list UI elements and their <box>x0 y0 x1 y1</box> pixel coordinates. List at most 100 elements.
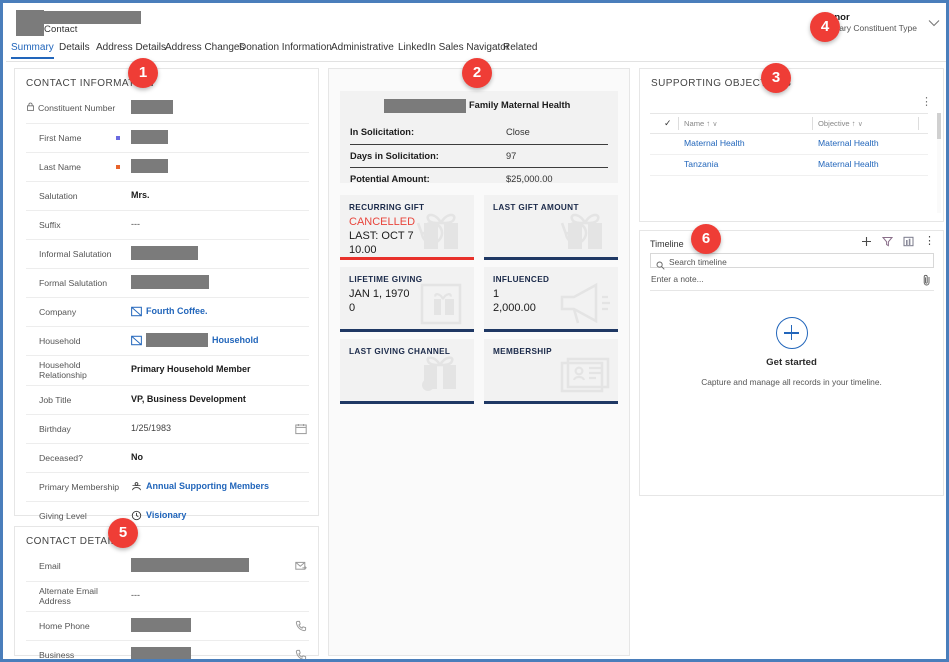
field-value: VP, Business Development <box>131 394 246 404</box>
kpi-title: RECURRING GIFT <box>349 203 425 212</box>
tab-details[interactable]: Details <box>59 42 90 57</box>
search-timeline-input[interactable]: Search timeline <box>650 253 934 270</box>
grid-scrollbar[interactable] <box>937 113 941 213</box>
field-row[interactable]: Household Relationship Primary Household … <box>26 355 309 386</box>
cell-objective[interactable]: Maternal Health <box>818 159 879 169</box>
in-solicitation-value: Close <box>506 127 530 137</box>
field-value: Primary Household Member <box>131 364 251 374</box>
cell-name[interactable]: Maternal Health <box>684 138 745 148</box>
filter-icon[interactable] <box>882 236 893 247</box>
table-row[interactable]: Tanzania Maternal Health <box>650 154 928 176</box>
field-row[interactable]: Constituent Number <box>26 94 309 123</box>
masked-value <box>131 558 249 572</box>
gift-balloon-icon <box>412 351 470 399</box>
field-row[interactable]: Informal Salutation <box>26 239 309 269</box>
table-row[interactable]: Maternal Health Maternal Health <box>650 133 928 155</box>
timeline-title: Timeline <box>650 239 684 249</box>
field-row[interactable]: Primary Membership Annual Supporting Memb… <box>26 472 309 502</box>
tab-address-changes[interactable]: Address Changes <box>165 42 245 57</box>
column-header-name[interactable]: Name ↑ ∨ <box>684 119 717 128</box>
chevron-down-icon[interactable] <box>927 16 941 30</box>
cell-name[interactable]: Tanzania <box>684 159 718 169</box>
field-row[interactable]: Birthday 1/25/1983 <box>26 414 309 444</box>
masked-value <box>131 100 173 114</box>
field-value[interactable]: Fourth Coffee. <box>146 306 208 316</box>
field-label: Giving Level <box>39 511 87 521</box>
phone-icon[interactable] <box>295 649 307 659</box>
field-row[interactable]: Formal Salutation <box>26 268 309 298</box>
field-row[interactable]: Home Phone <box>26 611 309 641</box>
clock-icon <box>131 510 142 521</box>
megaphone-icon <box>556 281 614 327</box>
field-value: --- <box>131 219 140 229</box>
field-value[interactable]: Visionary <box>146 510 186 520</box>
field-row[interactable]: Last Name <box>26 152 309 182</box>
callout-badge-5: 5 <box>108 518 138 548</box>
field-row[interactable]: Company Fourth Coffee. <box>26 297 309 327</box>
email-icon[interactable] <box>295 560 307 572</box>
kpi-title: LAST GIFT AMOUNT <box>493 203 579 212</box>
field-label: Job Title <box>39 395 72 405</box>
field-row[interactable]: Email <box>26 552 309 581</box>
kpi-value: LAST: OCT 7 <box>349 230 414 242</box>
kpi-tile[interactable]: LIFETIME GIVING JAN 1, 1970 0 <box>340 267 474 332</box>
potential-amount-value: $25,000.00 <box>506 174 553 184</box>
cell-objective[interactable]: Maternal Health <box>818 138 879 148</box>
kpi-value: JAN 1, 1970 <box>349 288 410 300</box>
company-card-icon <box>131 306 142 317</box>
field-row[interactable]: Household Household <box>26 326 309 356</box>
tab-summary[interactable]: Summary <box>11 42 54 59</box>
note-placeholder: Enter a note... <box>651 274 704 284</box>
supporting-objectives-panel: SUPPORTING OBJECTIVES ⋮ ✓ Name ↑ ∨ Objec… <box>639 68 944 222</box>
kpi-value: 0 <box>349 302 356 314</box>
column-divider <box>678 117 679 130</box>
solicitation-name-masked <box>384 99 466 113</box>
field-label: Business <box>39 650 75 660</box>
note-input[interactable]: Enter a note... <box>650 273 934 291</box>
field-label: Company <box>39 307 77 317</box>
field-row[interactable]: First Name <box>26 123 309 153</box>
tab-related[interactable]: Related <box>503 42 537 57</box>
timeline-empty-state: Get started Capture and manage all recor… <box>640 317 943 387</box>
field-row[interactable]: Alternate Email Address --- <box>26 581 309 612</box>
kpi-tile[interactable]: MEMBERSHIP <box>484 339 618 404</box>
kpi-tile[interactable]: LAST GIFT AMOUNT <box>484 195 618 260</box>
add-record-plus-icon[interactable] <box>775 317 808 349</box>
kpi-tile[interactable]: RECURRING GIFT CANCELLED LAST: OCT 7 10.00 <box>340 195 474 260</box>
field-label: Salutation <box>39 191 78 201</box>
kpi-tile[interactable]: LAST GIVING CHANNEL <box>340 339 474 404</box>
chevron-down-icon[interactable]: ∨ <box>858 121 863 128</box>
more-vertical-icon[interactable]: ⋮ <box>921 95 933 108</box>
tab-linkedin-sales-navigator[interactable]: LinkedIn Sales Navigator <box>398 42 509 57</box>
in-solicitation-label: In Solicitation: <box>350 127 415 137</box>
field-row[interactable]: Job Title VP, Business Development <box>26 385 309 415</box>
field-value[interactable]: Annual Supporting Members <box>146 481 269 491</box>
field-label: Household <box>39 336 81 346</box>
column-header-objective[interactable]: Objective ↑ ∨ <box>818 119 863 128</box>
field-row[interactable]: Business <box>26 640 309 660</box>
callout-badge-1: 1 <box>128 58 158 88</box>
tab-donation-information[interactable]: Donation Information <box>239 42 332 57</box>
kpi-tile[interactable]: INFLUENCED 1 2,000.00 <box>484 267 618 332</box>
chevron-down-icon[interactable]: ∨ <box>712 121 717 128</box>
field-value[interactable]: Household <box>212 335 259 345</box>
masked-value <box>131 159 168 173</box>
more-vertical-icon[interactable]: ⋮ <box>924 236 935 247</box>
field-value: Mrs. <box>131 190 150 200</box>
tab-administrative[interactable]: Administrative <box>331 42 394 57</box>
solicitation-row: Potential Amount: $25,000.00 <box>350 167 608 191</box>
tab-address-details[interactable]: Address Details <box>96 42 166 57</box>
field-row[interactable]: Salutation Mrs. <box>26 181 309 211</box>
phone-icon[interactable] <box>295 620 307 632</box>
select-all-checkbox[interactable]: ✓ <box>664 118 672 129</box>
field-row[interactable]: Deceased? No <box>26 443 309 473</box>
field-value: --- <box>131 590 140 600</box>
kpi-title: LAST GIVING CHANNEL <box>349 347 451 356</box>
sort-icon[interactable] <box>903 236 914 247</box>
paperclip-icon[interactable] <box>922 273 932 291</box>
grid-header: ✓ Name ↑ ∨ Objective ↑ ∨ <box>650 113 928 134</box>
plus-icon[interactable] <box>861 236 872 247</box>
calendar-icon[interactable] <box>295 423 307 435</box>
contact-information-panel: CONTACT INFORMATION Constituent Number Fi… <box>14 68 319 550</box>
field-row[interactable]: Suffix --- <box>26 210 309 240</box>
